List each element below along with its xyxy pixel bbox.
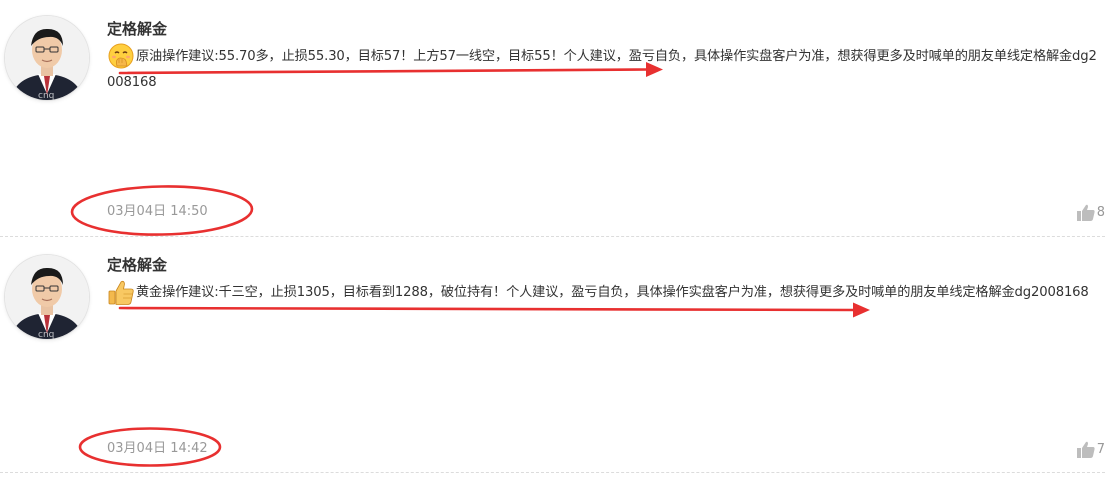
avatar-portrait-icon: cnq <box>5 255 89 339</box>
post-timestamp: 03月04日 14:50 <box>107 204 208 219</box>
avatar[interactable]: cnq <box>5 16 89 100</box>
thumbs-up-icon <box>1076 441 1095 458</box>
svg-text:cnq: cnq <box>38 330 54 339</box>
avatar[interactable]: cnq <box>5 255 89 339</box>
like-count: 8 <box>1096 204 1105 220</box>
post-author[interactable]: 定格解金 <box>107 19 167 39</box>
post-content: 原油操作建议:55.70多，止损55.30，目标57！上方57一线空，目标55！… <box>107 49 1097 90</box>
post-author[interactable]: 定格解金 <box>107 255 167 275</box>
like-count: 7 <box>1096 441 1105 457</box>
post-item: cnq 定格解金 黄金操作建议:千三空，止损1305，目标看到1288，破位持有… <box>0 236 1105 474</box>
like-button[interactable]: 8 <box>1076 202 1105 222</box>
post-item: cnq 定格解金 原油操作建议:55.70多，止损55.30，目标57！上方57… <box>0 0 1105 236</box>
avatar-portrait-icon: cnq <box>5 16 89 100</box>
like-button[interactable]: 7 <box>1076 439 1105 459</box>
thumbs-up-icon <box>1076 204 1095 221</box>
post-content: 黄金操作建议:千三空，止损1305，目标看到1288，破位持有！个人建议，盈亏自… <box>136 285 1089 300</box>
svg-text:cnq: cnq <box>38 91 54 100</box>
post-timestamp: 03月04日 14:42 <box>107 441 208 456</box>
post-divider <box>0 472 1105 473</box>
